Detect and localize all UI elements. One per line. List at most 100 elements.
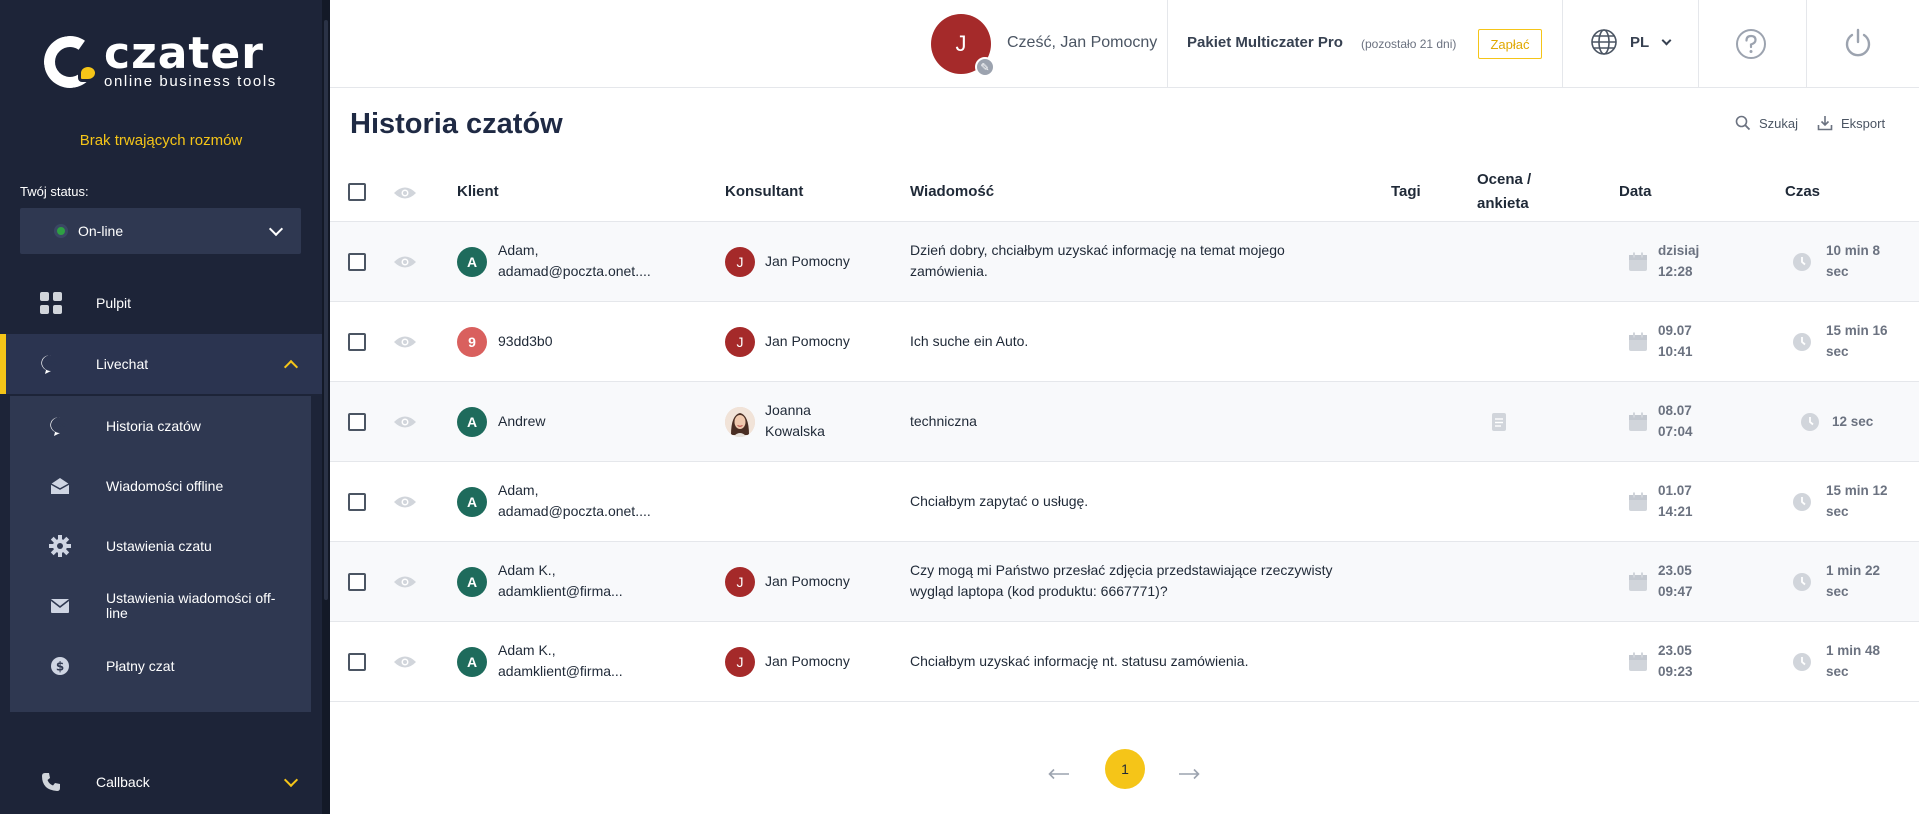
eye-icon[interactable] [393,495,417,509]
client-avatar: A [457,487,487,517]
row-checkbox[interactable] [348,573,366,591]
logo-tagline: online business tools [104,73,277,90]
client-cell[interactable]: Andrew [498,411,545,432]
status-value: On-line [78,223,124,239]
message-cell[interactable]: Dzień dobry, chciałbym uzyskać informacj… [910,240,1340,282]
page-title: Historia czatów [350,108,563,140]
calendar-icon [1628,332,1648,352]
envelope-icon [48,594,72,618]
sidebar-scrollbar[interactable] [322,0,330,814]
submenu-item-wiadomosci-offline[interactable]: Wiadomości offline [10,456,311,516]
consultant-cell: Jan Pomocny [765,253,850,269]
help-icon[interactable] [1735,28,1767,60]
nav-item-pulpit[interactable]: Pulpit [0,273,322,333]
column-header-consultant[interactable]: Konsultant [725,180,803,204]
nav-item-callback[interactable]: Callback [0,752,322,812]
export-button[interactable]: Eksport [1817,115,1885,131]
client-cell[interactable]: 93dd3b0 [498,331,553,352]
download-icon [1817,116,1833,131]
client-cell[interactable]: Adam K., adamklient@firma... [498,640,623,682]
divider [1698,0,1699,88]
table-row[interactable]: A Adam, adamad@poczta.onet.... Chciałbym za… [330,462,1919,542]
language-code: PL [1630,33,1650,51]
row-checkbox[interactable] [348,653,366,671]
column-header-client[interactable]: Klient [457,180,499,204]
search-button[interactable]: Szukaj [1735,115,1798,131]
message-cell[interactable]: Ich suche ein Auto. [910,331,1340,352]
pay-button[interactable]: Zapłać [1478,29,1542,59]
arrow-right-icon[interactable] [1178,768,1200,780]
table-row[interactable]: A Adam K., adamklient@firma... J Jan Pomocny… [330,622,1919,702]
survey-document-icon[interactable] [1491,412,1507,432]
eye-icon[interactable] [393,415,417,429]
submenu-item-ustawienia-czatu[interactable]: Ustawienia czatu [10,516,311,576]
row-checkbox[interactable] [348,413,366,431]
calendar-icon [1628,572,1648,592]
submenu-item-ustawienia-wiadomosci-offline[interactable]: Ustawienia wiadomości off-line [10,576,311,636]
sidebar: czater online business tools Brak trwają… [0,0,330,814]
duration-cell: 1 min 48 sec [1826,643,1881,679]
livechat-submenu: Historia czatów Wiadomości offline Ustaw… [10,396,311,712]
date-cell: 23.05 09:47 [1658,563,1693,599]
eye-icon[interactable] [393,655,417,669]
duration-cell: 12 sec [1832,414,1874,429]
czater-logo[interactable]: czater online business tools [39,28,277,93]
search-icon [1735,115,1751,131]
client-cell[interactable]: Adam, adamad@poczta.onet.... [498,240,651,282]
online-status-dot [54,224,68,238]
table-row[interactable]: A Andrew Joanna Kowalska techniczna 08.07 07:0… [330,382,1919,462]
consultant-cell: Jan Pomocny [765,573,850,589]
status-select[interactable]: On-line [20,208,301,254]
clock-icon [1792,492,1812,512]
chevron-down-icon [268,221,284,236]
row-checkbox[interactable] [348,493,366,511]
submenu-label: Płatny czat [106,657,175,674]
consultant-avatar: J [725,567,755,597]
row-checkbox[interactable] [348,253,366,271]
client-cell[interactable]: Adam K., adamklient@firma... [498,560,623,602]
pencil-icon[interactable]: ✎ [975,57,995,77]
client-avatar: A [457,247,487,277]
column-header-rating[interactable]: Ocena / ankieta [1477,168,1531,216]
eye-icon[interactable] [393,575,417,589]
select-all-checkbox[interactable] [348,183,366,201]
row-checkbox[interactable] [348,333,366,351]
column-header-time[interactable]: Czas [1785,180,1820,204]
eye-icon [394,187,416,199]
message-cell[interactable]: Czy mogą mi Państwo przesłać zdjęcia prz… [910,560,1340,602]
submenu-item-historia-czatow[interactable]: Historia czatów [10,396,311,456]
nav-label: Livechat [96,356,149,372]
page-number-current[interactable]: 1 [1105,749,1145,789]
client-avatar: A [457,567,487,597]
table-row[interactable]: A Adam K., adamklient@firma... J Jan Pomocny… [330,542,1919,622]
client-cell[interactable]: Adam, adamad@poczta.onet.... [498,480,651,522]
nav-item-livechat[interactable]: Livechat [0,334,322,394]
language-select[interactable]: PL [1590,28,1672,56]
calendar-icon [1628,412,1648,432]
eye-icon[interactable] [393,335,417,349]
globe-icon [1591,29,1617,55]
logo-wordmark: czater [104,28,264,79]
column-header-date[interactable]: Data [1619,180,1652,204]
clock-icon [1792,652,1812,672]
table-row[interactable]: 9 93dd3b0 J Jan Pomocny Ich suche ein Auto. 0… [330,302,1919,382]
message-cell[interactable]: Chciałbym zapytać o usługę. [910,491,1340,512]
arrow-left-icon[interactable] [1048,768,1070,780]
consultant-photo-avatar [725,407,755,437]
client-avatar: A [457,407,487,437]
submenu-label: Historia czatów [106,417,201,434]
column-header-message[interactable]: Wiadomość [910,180,994,204]
column-header-tags[interactable]: Tagi [1391,180,1421,204]
table-row[interactable]: A Adam, adamad@poczta.onet.... J Jan Pomocny… [330,222,1919,302]
date-cell: 09.07 10:41 [1658,323,1693,359]
eye-icon[interactable] [393,255,417,269]
top-bar: J ✎ Cześć, Jan Pomocny Pakiet Multiczate… [330,0,1919,88]
message-cell[interactable]: techniczna [910,411,1340,432]
message-cell[interactable]: Chciałbym uzyskać informację nt. statusu… [910,651,1340,672]
scrollbar-thumb[interactable] [324,20,328,600]
client-avatar: 9 [457,327,487,357]
duration-cell: 10 min 8 sec [1826,243,1881,279]
export-label: Eksport [1841,115,1886,131]
submenu-item-platny-czat[interactable]: $ Płatny czat [10,636,311,696]
power-icon[interactable] [1843,28,1873,58]
